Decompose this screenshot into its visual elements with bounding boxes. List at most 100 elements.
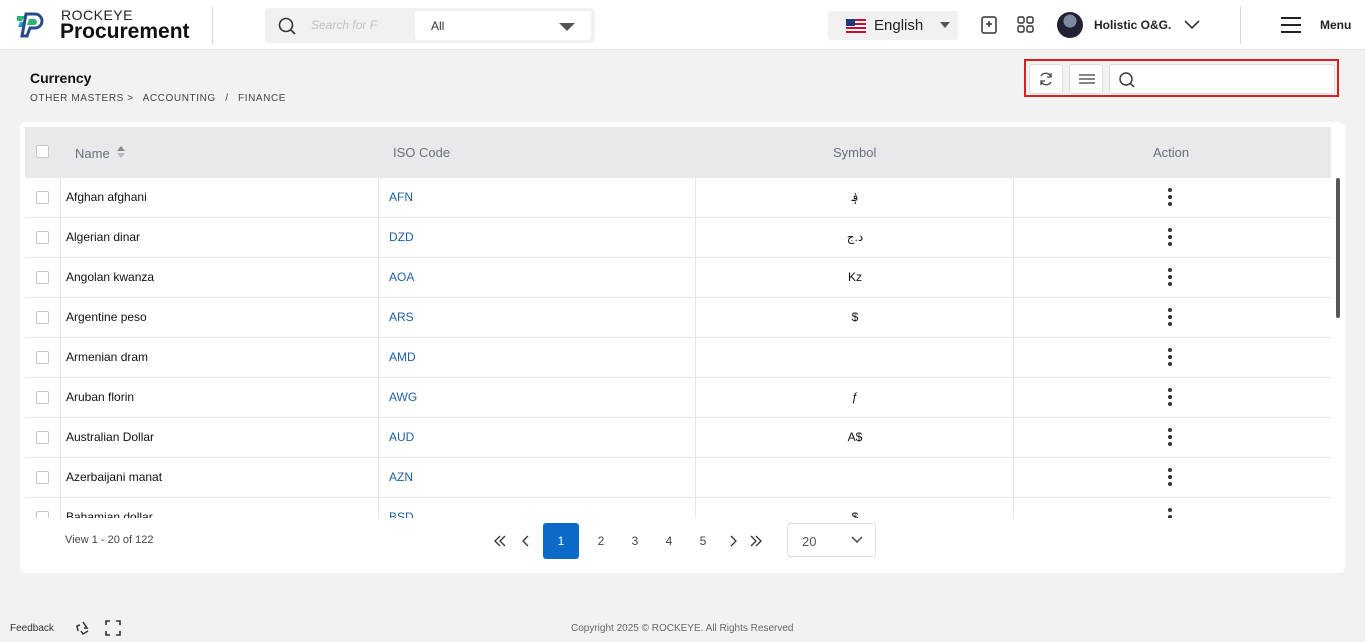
currency-name: Azerbaijani manat bbox=[66, 470, 163, 484]
page-size-value: 20 bbox=[802, 534, 817, 549]
row-actions-kebab-icon[interactable] bbox=[1168, 188, 1172, 206]
global-search-input[interactable] bbox=[311, 15, 381, 35]
row-actions-kebab-icon[interactable] bbox=[1168, 308, 1172, 326]
currency-iso-code[interactable]: ARS bbox=[389, 310, 414, 324]
column-header-iso-code[interactable]: ISO Code bbox=[393, 145, 450, 160]
language-select[interactable]: English bbox=[828, 11, 958, 40]
page-button-3[interactable]: 3 bbox=[617, 523, 653, 559]
header-divider bbox=[212, 6, 213, 44]
last-page-icon[interactable] bbox=[749, 534, 763, 548]
fullscreen-icon[interactable] bbox=[105, 620, 121, 636]
row-actions-kebab-icon[interactable] bbox=[1168, 268, 1172, 286]
currency-name: Aruban florin bbox=[66, 390, 135, 404]
page-button-2[interactable]: 2 bbox=[583, 523, 619, 559]
page-button-4[interactable]: 4 bbox=[651, 523, 687, 559]
currency-name: Argentine peso bbox=[66, 310, 147, 324]
currency-symbol: $ bbox=[851, 310, 859, 324]
currency-symbol: $ bbox=[851, 510, 859, 518]
breadcrumb-item[interactable]: FINANCE bbox=[238, 93, 286, 104]
search-scope-value: All bbox=[431, 19, 445, 33]
table-row: Bahamian dollar BSD $ bbox=[25, 498, 1331, 518]
table-scrollbar[interactable] bbox=[1336, 178, 1340, 318]
table-row: Aruban florin AWG ƒ bbox=[25, 378, 1331, 418]
page-button-1[interactable]: 1 bbox=[543, 523, 579, 559]
table-toolbar bbox=[1024, 59, 1339, 97]
row-actions-kebab-icon[interactable] bbox=[1168, 348, 1172, 366]
table-header: Name ISO Code Symbol Action bbox=[25, 127, 1331, 178]
currency-name: Bahamian dollar bbox=[66, 510, 153, 518]
feedback-link[interactable]: Feedback bbox=[10, 623, 54, 634]
currency-iso-code[interactable]: AWG bbox=[389, 390, 417, 404]
table-row: Algerian dinar DZD د.ج bbox=[25, 218, 1331, 258]
menu-label[interactable]: Menu bbox=[1320, 18, 1351, 32]
row-checkbox[interactable] bbox=[36, 271, 49, 284]
chevron-down-icon bbox=[851, 536, 863, 543]
brand-main-text: Procurement bbox=[60, 20, 190, 43]
table-row: Argentine peso ARS $ bbox=[25, 298, 1331, 338]
columns-menu-button[interactable] bbox=[1069, 64, 1103, 94]
sort-icon[interactable] bbox=[116, 145, 126, 159]
currency-symbol: د.ج bbox=[846, 230, 864, 244]
table-row: Armenian dram AMD bbox=[25, 338, 1331, 378]
row-actions-kebab-icon[interactable] bbox=[1168, 428, 1172, 446]
row-actions-kebab-icon[interactable] bbox=[1168, 388, 1172, 406]
copyright-text: Copyright 2025 © ROCKEYE. All Rights Res… bbox=[571, 623, 794, 634]
row-checkbox[interactable] bbox=[36, 191, 49, 204]
table-row: Australian Dollar AUD A$ bbox=[25, 418, 1331, 458]
row-checkbox[interactable] bbox=[36, 431, 49, 444]
currency-iso-code[interactable]: AMD bbox=[389, 350, 416, 364]
us-flag-icon bbox=[846, 19, 866, 33]
currency-symbol: A$ bbox=[847, 430, 863, 444]
column-header-name[interactable]: Name bbox=[75, 145, 126, 161]
row-checkbox[interactable] bbox=[36, 511, 49, 518]
next-page-icon[interactable] bbox=[726, 534, 740, 548]
breadcrumb-separator: / bbox=[225, 93, 229, 104]
view-count-text: View 1 - 20 of 122 bbox=[65, 534, 154, 546]
user-name[interactable]: Holistic O&G. bbox=[1094, 18, 1171, 32]
currency-iso-code[interactable]: AFN bbox=[389, 190, 413, 204]
currency-iso-code[interactable]: AZN bbox=[389, 470, 413, 484]
chevron-down-icon[interactable] bbox=[1183, 18, 1201, 30]
currency-name: Algerian dinar bbox=[66, 230, 141, 244]
row-checkbox[interactable] bbox=[36, 231, 49, 244]
apps-grid-icon[interactable] bbox=[1015, 14, 1037, 36]
currency-name: Angolan kwanza bbox=[66, 270, 155, 284]
row-actions-kebab-icon[interactable] bbox=[1168, 508, 1172, 518]
page-size-select[interactable]: 20 bbox=[787, 523, 876, 557]
pagination-bar: View 1 - 20 of 122 1 2 3 4 5 20 bbox=[20, 518, 1345, 564]
row-actions-kebab-icon[interactable] bbox=[1168, 228, 1172, 246]
currency-iso-code[interactable]: BSD bbox=[389, 510, 414, 518]
page-button-5[interactable]: 5 bbox=[685, 523, 721, 559]
first-page-icon[interactable] bbox=[493, 534, 507, 548]
bookmark-add-icon[interactable] bbox=[978, 14, 1000, 36]
refresh-button[interactable] bbox=[1029, 64, 1063, 94]
row-checkbox[interactable] bbox=[36, 471, 49, 484]
search-icon bbox=[1119, 72, 1135, 88]
table-search-input[interactable] bbox=[1144, 70, 1324, 90]
row-checkbox[interactable] bbox=[36, 391, 49, 404]
currency-symbol: ƒ bbox=[851, 390, 859, 404]
row-checkbox[interactable] bbox=[36, 311, 49, 324]
search-scope-select[interactable]: All bbox=[415, 11, 591, 40]
caret-down-icon bbox=[940, 22, 950, 28]
global-search: All bbox=[265, 8, 595, 43]
user-avatar[interactable] bbox=[1057, 12, 1083, 38]
currency-iso-code[interactable]: DZD bbox=[389, 230, 414, 244]
top-bar: ROCKEYE Procurement All English bbox=[0, 0, 1365, 50]
recycle-icon[interactable] bbox=[75, 620, 91, 636]
row-actions-kebab-icon[interactable] bbox=[1168, 468, 1172, 486]
breadcrumb-item[interactable]: ACCOUNTING bbox=[143, 93, 216, 104]
table-row: Afghan afghani AFN ؋ bbox=[25, 178, 1331, 218]
hamburger-menu-icon[interactable] bbox=[1280, 16, 1302, 34]
column-header-symbol[interactable]: Symbol bbox=[833, 145, 876, 160]
column-header-action: Action bbox=[1153, 145, 1190, 160]
currency-iso-code[interactable]: AUD bbox=[389, 430, 414, 444]
prev-page-icon[interactable] bbox=[519, 534, 533, 548]
rockeye-logo-icon[interactable] bbox=[14, 10, 46, 40]
select-all-checkbox[interactable] bbox=[36, 145, 49, 158]
breadcrumb-item[interactable]: OTHER MASTERS > bbox=[30, 93, 134, 104]
currency-name: Armenian dram bbox=[66, 350, 149, 364]
row-checkbox[interactable] bbox=[36, 351, 49, 364]
currency-iso-code[interactable]: AOA bbox=[389, 270, 414, 284]
search-icon[interactable] bbox=[277, 16, 297, 36]
